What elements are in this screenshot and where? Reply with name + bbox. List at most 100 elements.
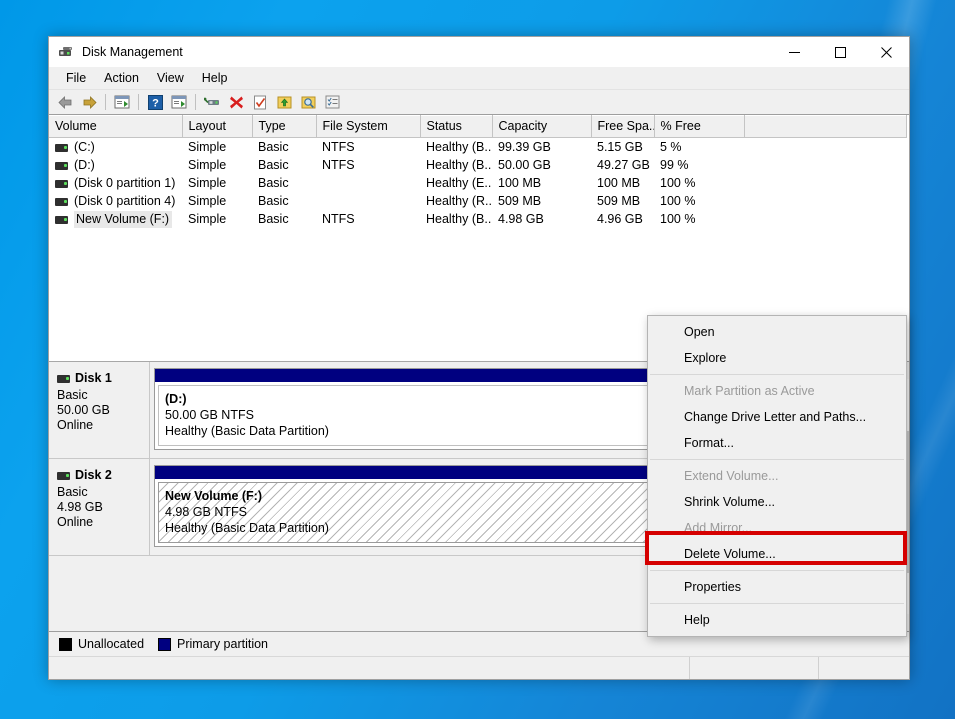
cell-free-space: 5.15 GB bbox=[597, 140, 643, 154]
ctx-properties[interactable]: Properties bbox=[648, 574, 906, 600]
cell-spacer bbox=[744, 210, 907, 228]
ctx-extend-volume: Extend Volume... bbox=[684, 469, 779, 483]
disk-type: Basic bbox=[57, 485, 88, 499]
column-header-volume[interactable]: Volume bbox=[49, 115, 183, 138]
context-menu-separator bbox=[650, 374, 904, 375]
cell-spacer bbox=[744, 192, 907, 210]
column-header-status[interactable]: Status bbox=[420, 115, 493, 138]
cell-free-space: 100 MB bbox=[597, 176, 641, 190]
disk-type: Basic bbox=[57, 388, 88, 402]
status-bar bbox=[49, 656, 909, 679]
menu-bar: File Action View Help bbox=[49, 67, 909, 90]
volume-label: New Volume (F:) bbox=[74, 211, 173, 228]
ctx-open[interactable]: Open bbox=[648, 319, 906, 345]
ctx-explore[interactable]: Explore bbox=[648, 345, 906, 371]
cell-spacer bbox=[744, 138, 907, 157]
volume-label: (Disk 0 partition 4) bbox=[74, 194, 176, 208]
disk-state: Online bbox=[57, 515, 94, 529]
column-header-capacity[interactable]: Capacity bbox=[492, 115, 592, 138]
ctx-mark-partition-active: Mark Partition as Active bbox=[684, 384, 815, 398]
cell-file-system bbox=[316, 174, 420, 192]
maximize-button[interactable] bbox=[817, 37, 863, 67]
cell-spacer bbox=[744, 174, 907, 192]
disk-management-window: Disk Management File Action View Help ? … bbox=[48, 36, 910, 680]
close-button[interactable] bbox=[863, 37, 909, 67]
back-icon[interactable] bbox=[54, 91, 76, 113]
table-row[interactable]: (D:) Simple Basic NTFS Healthy (B... 50.… bbox=[49, 156, 907, 174]
rescan-disks-icon[interactable] bbox=[201, 91, 223, 113]
toolbar-separator bbox=[105, 94, 106, 110]
check-icon[interactable] bbox=[249, 91, 271, 113]
help-icon[interactable]: ? bbox=[144, 91, 166, 113]
menu-file[interactable]: File bbox=[57, 69, 95, 87]
cell-free-space: 509 MB bbox=[597, 194, 641, 208]
disk-name: Disk 2 bbox=[75, 468, 112, 482]
show-hide-action-pane-icon[interactable] bbox=[168, 91, 190, 113]
disk-info-2[interactable]: Disk 2 Basic 4.98 GB Online bbox=[49, 459, 150, 555]
delete-icon[interactable] bbox=[225, 91, 247, 113]
cell-type: Basic bbox=[258, 212, 289, 226]
cell-layout: Simple bbox=[188, 194, 227, 208]
volume-label: (D:) bbox=[74, 158, 95, 172]
volume-table: Volume Layout Type File System Status Ca… bbox=[49, 115, 907, 228]
extend-icon[interactable] bbox=[273, 91, 295, 113]
menu-action[interactable]: Action bbox=[95, 69, 148, 87]
toolbar: ? bbox=[49, 90, 909, 115]
search-icon[interactable] bbox=[297, 91, 319, 113]
ctx-delete-volume[interactable]: Delete Volume... bbox=[648, 541, 906, 567]
table-row-selected[interactable]: New Volume (F:) Simple Basic NTFS Health… bbox=[49, 210, 907, 228]
cell-layout: Simple bbox=[188, 176, 227, 190]
context-menu-separator bbox=[650, 570, 904, 571]
disk-name: Disk 1 bbox=[75, 371, 112, 385]
cell-status: Healthy (R... bbox=[426, 194, 492, 208]
cell-file-system: NTFS bbox=[322, 212, 355, 226]
minimize-button[interactable] bbox=[771, 37, 817, 67]
table-row[interactable]: (Disk 0 partition 1) Simple Basic Health… bbox=[49, 174, 907, 192]
show-hide-console-tree-icon[interactable] bbox=[111, 91, 133, 113]
properties-icon[interactable] bbox=[321, 91, 343, 113]
menu-view[interactable]: View bbox=[148, 69, 193, 87]
cell-layout: Simple bbox=[188, 140, 227, 154]
ctx-format[interactable]: Format... bbox=[648, 430, 906, 456]
column-header-type[interactable]: Type bbox=[252, 115, 317, 138]
cell-percent-free: 100 % bbox=[660, 176, 696, 190]
cell-free-space: 4.96 GB bbox=[597, 212, 643, 226]
table-row[interactable]: (C:) Simple Basic NTFS Healthy (B... 99.… bbox=[49, 138, 907, 157]
cell-type: Basic bbox=[258, 140, 289, 154]
column-header-spacer[interactable] bbox=[744, 115, 907, 138]
cell-capacity: 99.39 GB bbox=[498, 140, 551, 154]
ctx-help[interactable]: Help bbox=[648, 607, 906, 633]
cell-status: Healthy (B... bbox=[426, 140, 492, 154]
cell-percent-free: 5 % bbox=[660, 140, 682, 154]
ctx-change-drive-letter[interactable]: Change Drive Letter and Paths... bbox=[648, 404, 906, 430]
cell-capacity: 100 MB bbox=[498, 176, 542, 190]
status-cell-secondary bbox=[690, 657, 819, 679]
table-header-row: Volume Layout Type File System Status Ca… bbox=[49, 115, 907, 138]
column-header-layout[interactable]: Layout bbox=[182, 115, 253, 138]
cell-file-system: NTFS bbox=[322, 158, 355, 172]
disk-info-1[interactable]: Disk 1 Basic 50.00 GB Online bbox=[49, 362, 150, 458]
column-header-file-system[interactable]: File System bbox=[316, 115, 421, 138]
volume-icon bbox=[55, 215, 68, 224]
disk-icon bbox=[57, 471, 70, 480]
cell-type: Basic bbox=[258, 176, 289, 190]
column-header-free-space[interactable]: Free Spa... bbox=[591, 115, 655, 138]
disk-size: 4.98 GB bbox=[57, 500, 103, 514]
volume-icon bbox=[55, 179, 68, 188]
cell-capacity: 50.00 GB bbox=[498, 158, 551, 172]
legend-item-primary-partition: Primary partition bbox=[158, 637, 268, 651]
volume-label: (C:) bbox=[74, 140, 95, 154]
cell-capacity: 4.98 GB bbox=[498, 212, 544, 226]
volume-table-body: (C:) Simple Basic NTFS Healthy (B... 99.… bbox=[49, 138, 907, 228]
cell-layout: Simple bbox=[188, 158, 227, 172]
menu-help[interactable]: Help bbox=[193, 69, 237, 87]
cell-free-space: 49.27 GB bbox=[597, 158, 650, 172]
disk-state: Online bbox=[57, 418, 94, 432]
ctx-shrink-volume[interactable]: Shrink Volume... bbox=[648, 489, 906, 515]
cell-type: Basic bbox=[258, 194, 289, 208]
table-row[interactable]: (Disk 0 partition 4) Simple Basic Health… bbox=[49, 192, 907, 210]
forward-icon[interactable] bbox=[78, 91, 100, 113]
column-header-percent-free[interactable]: % Free bbox=[654, 115, 745, 138]
svg-text:?: ? bbox=[152, 97, 159, 109]
disk-management-icon bbox=[58, 44, 74, 60]
